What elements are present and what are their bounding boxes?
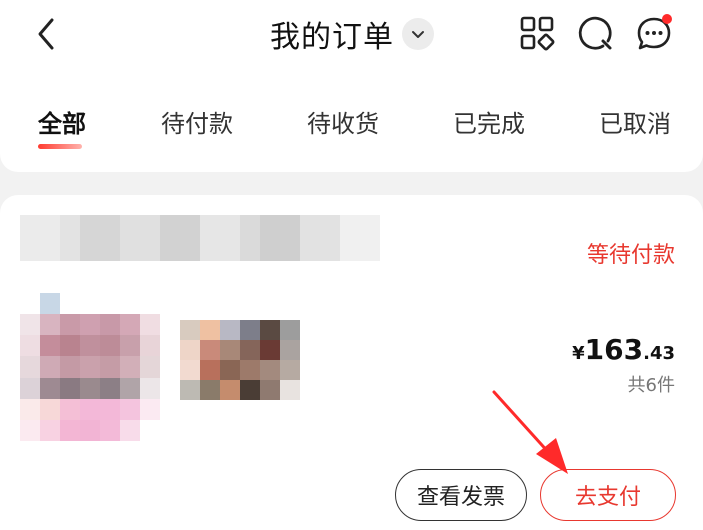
price-currency: ¥: [572, 343, 585, 364]
tab-cancelled[interactable]: 已取消: [599, 104, 671, 139]
store-name-blurred: [20, 215, 380, 261]
notification-dot: [662, 14, 672, 24]
search-icon[interactable]: [576, 14, 616, 54]
product-thumbnail[interactable]: [20, 293, 180, 441]
price-decimal: .43: [643, 343, 675, 364]
apps-icon[interactable]: [518, 14, 558, 54]
order-tabs: 全部 待付款 待收货 已完成 已取消: [0, 104, 703, 148]
tab-pending-payment[interactable]: 待付款: [161, 104, 233, 139]
title-group[interactable]: 我的订单: [270, 14, 434, 55]
order-status: 等待付款: [586, 243, 675, 268]
tab-completed[interactable]: 已完成: [453, 104, 525, 139]
order-card[interactable]: 等待付款 ¥ 163 .43 共6件 查看发票 去支付: [0, 195, 703, 530]
chevron-down-icon[interactable]: [402, 18, 434, 50]
price-integer: 163: [584, 333, 644, 366]
item-count: 共6件: [627, 375, 675, 396]
product-thumbnail[interactable]: [180, 320, 300, 400]
order-price: ¥ 163 .43: [572, 333, 675, 366]
message-button[interactable]: [634, 14, 674, 54]
page-title: 我的订单: [270, 20, 394, 55]
annotation-arrow: [492, 390, 568, 474]
header-panel: 我的订单 全部 待付款 待收货 已完成 已取消: [0, 0, 703, 172]
back-icon[interactable]: [28, 14, 68, 54]
active-tab-indicator: [38, 144, 82, 149]
tab-all[interactable]: 全部: [38, 104, 86, 139]
tab-pending-receipt[interactable]: 待收货: [307, 104, 379, 139]
